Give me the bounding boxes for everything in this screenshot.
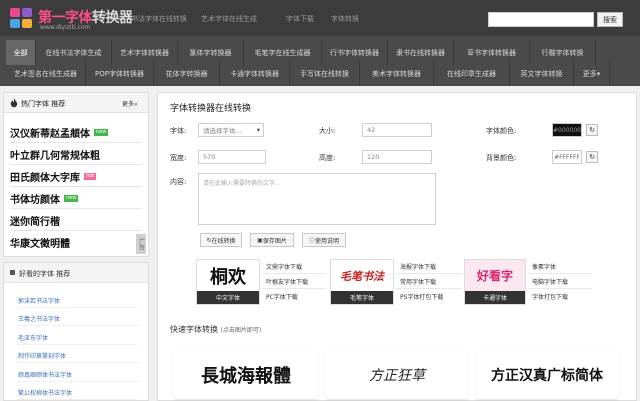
hot-font-item[interactable]: 叶立群几何常规体粗 [10,144,142,165]
font-color-label: 字体颜色: [486,127,517,135]
sample-font-image[interactable]: 長城海報體 [174,351,318,399]
help-button[interactable]: ⓘ 使用说明 [302,233,346,247]
palette-logo-icon [10,8,32,28]
promo-link[interactable]: PS字体打包下载 [396,289,462,304]
good-font-link[interactable]: 制作印章篆刻字体 [18,349,138,363]
promo-links: 像素字体 电脑字体下载 字体打包下载 [528,259,592,304]
refresh-icon[interactable]: ↻ [586,151,598,163]
hot-font-item[interactable]: 田氏颜体大字库 hot [10,166,142,187]
promo-cartoon-fonts[interactable]: 好看字 卡通字体 [464,259,526,305]
page-title: 字体转换器在线转换 [170,104,252,114]
hot-font-item[interactable]: 华康文徵明體 [10,232,142,253]
promo-art: 毛笔书法 [340,269,384,283]
hot-fonts-title: 热门字体 推荐 [21,100,66,108]
nav-item[interactable]: 英文字体转换 [510,61,574,86]
hot-font-item[interactable]: 迷你简行楷 [10,210,142,231]
sample-font-image[interactable]: 方正汉真广标简体 [476,351,618,399]
width-input[interactable]: 570 [198,150,266,164]
logo-subtitle: 转换器 [92,10,133,26]
nav-item[interactable]: 手写体在线转换 [290,61,360,86]
search-input[interactable] [488,12,594,27]
sample-font-image[interactable]: 方正狂草 [326,351,468,399]
nav-item[interactable]: 美术字体转换器 [360,61,434,86]
promo-link[interactable]: 字体打包下载 [528,289,592,304]
promo-link[interactable]: 叶根友字体下载 [262,274,326,289]
top-link-calligraphy[interactable]: 书法字体在线转换 [131,14,187,24]
size-input[interactable]: 42 [362,123,432,137]
dropdown-arrow-icon: ▾ [256,126,260,134]
promo-link[interactable]: 常用字体下载 [396,274,462,289]
promo-links: 海报字体下载 常用字体下载 PS字体打包下载 [396,259,462,304]
promo-art: 好看字 [465,260,525,291]
category-nav: 全部 在线书法字体生成 艺术字体转换器 篆体字转换器 毛笔字在线生成器 行书字体… [0,36,640,86]
promo-chinese-fonts[interactable]: 桐欢 中文字体 [196,259,260,305]
nav-item[interactable]: 花体字转换器 [154,61,220,86]
square-bullet-icon [10,270,15,275]
width-label: 宽度: [170,154,187,162]
nav-item[interactable]: POP字体转换器 [86,61,154,86]
good-fonts-title: 好看的字体 推荐 [19,270,71,278]
converter-panel: 字体转换器在线转换 字体: 请选择字体... ▾ 大小: 42 字体颜色: #00… [157,92,637,401]
top-link-art-fonts[interactable]: 艺术字体在线生成 [201,14,257,24]
hot-badge: hot [84,172,97,180]
size-label: 大小: [319,127,336,135]
promo-link[interactable]: PC字体下载 [262,289,326,304]
logo-url: www.diyiziti.com [40,24,91,31]
flame-icon [10,98,18,108]
convert-button[interactable]: ↻ 在线转换 [200,233,242,247]
good-font-link[interactable]: 颜真卿颜体书法字体 [18,368,138,382]
promo-link[interactable]: 电脑字体下载 [528,274,592,289]
promo-caption: 毛笔字体 [331,291,393,304]
quick-convert-subtitle: (点击图片即可) [220,327,262,334]
nav-item[interactable]: 卡通字体转换器 [220,61,290,86]
content-label: 内容: [170,178,187,186]
promo-art: 桐欢 [210,266,246,288]
bg-color-input[interactable]: #FFFFFF [552,150,582,164]
font-label: 字体: [170,127,187,135]
hot-fonts-panel: 热门字体 推荐 更多» 汉仪新蒂赵孟頫体 new 叶立群几何常规体粗 田氏颜体大字… [3,92,149,257]
save-image-button[interactable]: ▣ 保存图片 [250,233,294,247]
hot-font-item[interactable]: 书体坊颜体 new [10,188,142,209]
nav-item[interactable]: 在线印章生成器 [434,61,510,86]
height-label: 高度: [319,154,336,162]
promo-caption: 卡通字体 [465,291,525,304]
hot-fonts-header: 热门字体 推荐 更多» [4,93,148,113]
good-fonts-panel: 好看的字体 推荐 郭沫若书法字体 王羲之书法字体 毛泽东字体 制作印章篆刻字体 … [3,262,149,401]
content-textarea[interactable]: 请在此输入需要转换的文字... [198,173,436,225]
promo-brush-fonts[interactable]: 毛笔书法 毛笔字体 [330,259,394,305]
top-link-download[interactable]: 字体下载 [286,14,314,24]
good-font-link[interactable]: 毛泽东字体 [18,331,138,345]
promo-link[interactable]: 海报字体下载 [396,259,462,274]
font-select[interactable]: 请选择字体... ▾ [198,123,264,137]
top-link-convert[interactable]: 字体转换 [331,14,359,24]
font-color-input[interactable]: #000000 [552,123,582,137]
bg-color-label: 背景颜色: [486,154,517,162]
nav-more[interactable]: 更多▾ [574,61,610,86]
good-fonts-header: 好看的字体 推荐 [4,263,148,283]
good-font-link[interactable]: 王羲之书法字体 [18,312,138,326]
search-button[interactable]: 搜索 [597,12,623,27]
good-font-link[interactable]: 繁公权柳体书法字体 [18,386,138,400]
ad-tag: 广告 [136,234,146,254]
promo-link[interactable]: 像素字体 [528,259,592,274]
promo-caption: 中文字体 [197,291,259,304]
more-link[interactable]: 更多» [122,99,138,108]
good-font-link[interactable]: 郭沫若书法字体 [18,294,138,308]
new-badge: new [94,128,109,136]
height-input[interactable]: 120 [362,150,432,164]
top-bar: 第一字体转换器 www.diyiziti.com 书法字体在线转换 艺术字体在线… [0,0,640,36]
promo-links: 文鼎字体下载 叶根友字体下载 PC字体下载 [262,259,326,304]
new-badge: new [64,194,79,202]
quick-convert-title: 快速字体转换 (点击图片即可) [170,325,262,334]
nav-item[interactable]: 艺术签名在线生成器 [6,61,86,86]
hot-font-item[interactable]: 汉仪新蒂赵孟頫体 new [10,122,142,143]
refresh-icon[interactable]: ↻ [586,124,598,136]
promo-link[interactable]: 文鼎字体下载 [262,259,326,274]
